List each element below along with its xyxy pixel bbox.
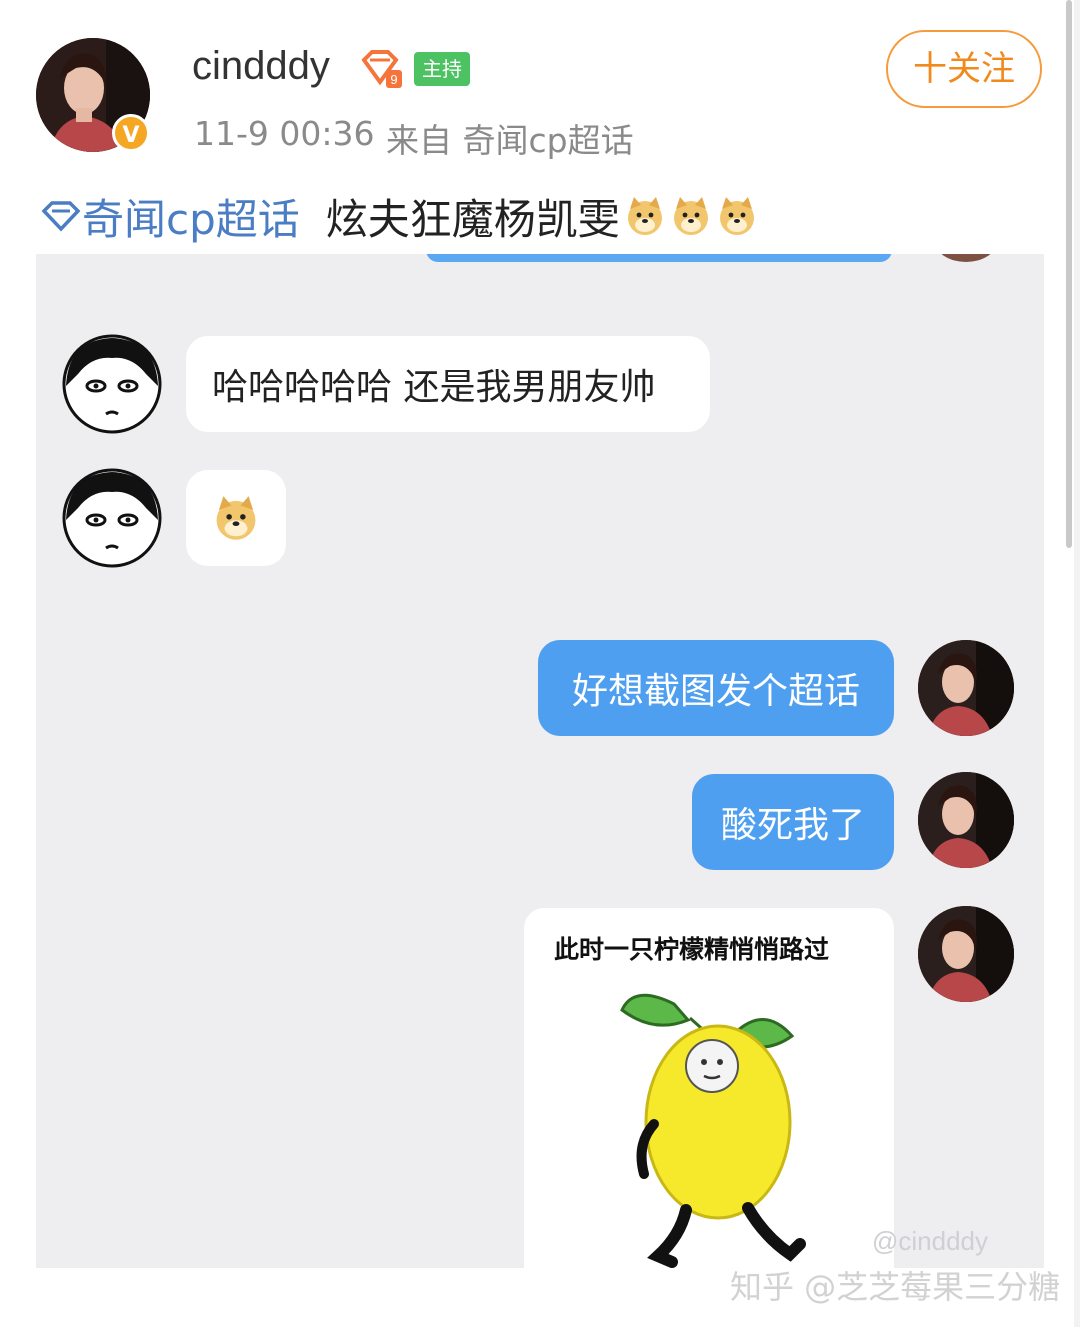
chat-bubble-sent: 酸死我了 [692,774,894,870]
user-photo-avatar [918,772,1014,868]
chat-sticker-bubble: 此时一只柠檬精悄悄路过 [524,908,894,1268]
cartoon-avatar [62,468,162,568]
post-time: 11-9 00:36 [194,114,375,153]
previous-message-bubble [426,254,892,262]
sticker-caption: 此时一只柠檬精悄悄路过 [554,935,830,964]
super-topic-diamond-icon [41,201,81,232]
doge-emoji-icon [627,197,662,235]
user-photo-avatar [918,640,1014,736]
chat-bubble-received: 哈哈哈哈哈 还是我男朋友帅 [186,336,710,432]
post-content: 奇闻cp超话 炫夫狂魔杨凯雯 [40,186,758,246]
doge-emoji-icon [719,197,754,235]
author-name[interactable]: cindddy [192,44,330,89]
verified-icon: V [112,114,150,152]
level-diamond-icon: 9 [361,50,402,88]
host-badge: 主持 [414,52,470,86]
post-text: 炫夫狂魔杨凯雯 [325,194,620,244]
chat-screenshot-image[interactable]: 哈哈哈哈哈 还是我男朋友帅 好想截图发个超话 酸死我了 此时一只柠檬精悄悄路过 [36,254,1044,1268]
zhihu-watermark: 知乎 @芝芝莓果三分糖 [730,1268,1061,1306]
page-edge [1074,0,1080,1327]
cartoon-avatar [62,334,162,434]
chat-bubble-received [186,470,286,566]
doge-emoji-icon [216,496,256,540]
chat-bubble-sent: 好想截图发个超话 [538,640,894,736]
user-photo-avatar [918,906,1014,1002]
scrollbar[interactable] [1066,0,1072,548]
doge-emoji-icon [673,197,708,235]
previous-avatar [936,254,996,262]
super-topic-label: 奇闻cp超话 [82,194,300,244]
post-source[interactable]: 来自 奇闻cp超话 [386,114,634,162]
svg-text:9: 9 [390,72,397,87]
chat-message-text: 好想截图发个超话 [571,671,860,712]
follow-button[interactable]: 十关注 [886,30,1042,108]
weibo-watermark: @cindddy [872,1226,989,1256]
chat-message-text: 哈哈哈哈哈 还是我男朋友帅 [212,367,656,408]
chat-message-text: 酸死我了 [720,805,865,846]
lemon-sticker-icon [620,993,806,1268]
super-topic-link[interactable]: 奇闻cp超话 [40,186,300,247]
